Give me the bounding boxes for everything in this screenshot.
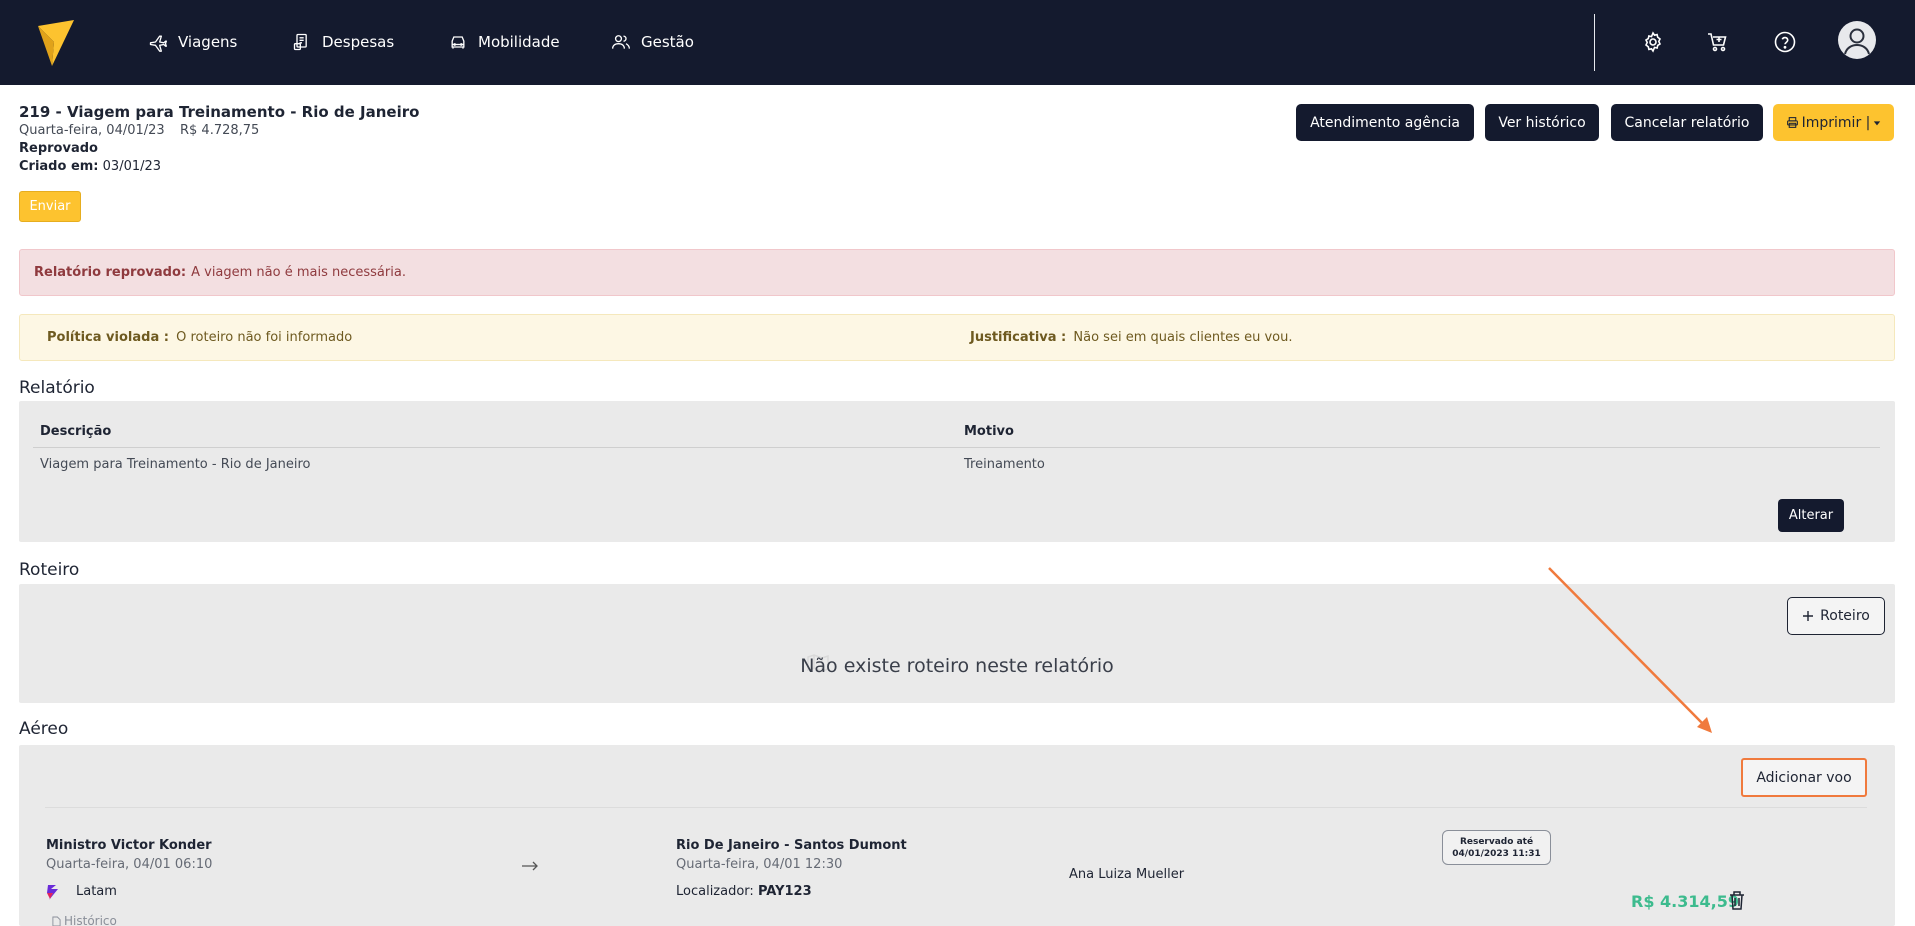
nav-label: Mobilidade (478, 33, 560, 51)
receipt-icon (293, 33, 307, 51)
flight-passenger: Ana Luiza Mueller (1069, 867, 1185, 882)
justification-label: Justificativa : (970, 330, 1067, 345)
report-title: 219 - Viagem para Treinamento - Rio de J… (19, 103, 420, 121)
flight-price: R$ 4.314,59 (1631, 892, 1739, 911)
add-itinerary-label: Roteiro (1820, 608, 1870, 624)
section-title-roteiro: Roteiro (19, 560, 80, 580)
nav-item-viagens[interactable]: Viagens (148, 30, 237, 54)
created-label: Criado em: (19, 159, 99, 174)
cart-icon[interactable] (1706, 30, 1730, 54)
nav-divider (1594, 14, 1595, 71)
locator-label: Localizador: (676, 884, 754, 899)
reserved-label: Reservado até (1459, 836, 1534, 847)
nav-label: Despesas (322, 33, 395, 51)
empty-itinerary-message: Não existe roteiro neste relatório (800, 655, 1114, 677)
view-history-button[interactable]: Ver histórico (1485, 104, 1599, 141)
brand-logo[interactable] (38, 20, 74, 66)
users-icon (612, 35, 630, 49)
nav-item-despesas[interactable]: Despesas (292, 30, 394, 54)
locator-value: PAY123 (757, 884, 812, 899)
flights-panel (19, 745, 1895, 926)
send-button[interactable]: Enviar (19, 191, 81, 222)
flight-airline: Latam (76, 884, 117, 899)
history-label: Histórico (64, 914, 117, 926)
airplane-icon (149, 35, 167, 52)
help-icon[interactable] (1773, 30, 1797, 54)
flight-history-link[interactable]: Histórico (52, 914, 117, 926)
nav-label: Viagens (178, 33, 238, 51)
policy-text: O roteiro não foi informado (176, 330, 353, 345)
reserved-until-badge: Reservado até 04/01/2023 11:31 (1442, 830, 1551, 865)
created-value: 03/01/23 (102, 159, 162, 174)
policy-justification: Justificativa : Não sei em quais cliente… (970, 330, 1292, 345)
trash-icon[interactable] (1728, 890, 1746, 910)
arrow-right-icon (522, 861, 538, 871)
report-created: Criado em: 03/01/23 (19, 159, 161, 174)
flight-locator: Localizador: PAY123 (676, 884, 812, 899)
cell-description: Viagem para Treinamento - Rio de Janeiro (40, 457, 311, 472)
rejected-label: Relatório reprovado: (34, 265, 187, 280)
cancel-report-button[interactable]: Cancelar relatório (1611, 104, 1763, 141)
agency-support-button[interactable]: Atendimento agência (1296, 104, 1474, 141)
section-title-relatorio: Relatório (19, 378, 95, 398)
nav-item-gestao[interactable]: Gestão (611, 30, 694, 54)
report-date: Quarta-feira, 04/01/23 (19, 123, 165, 138)
add-itinerary-button[interactable]: Roteiro (1787, 597, 1885, 635)
justification-text: Não sei em quais clientes eu vou. (1073, 330, 1293, 345)
caret-down-icon[interactable] (1873, 119, 1881, 127)
flight-divider (45, 807, 1867, 808)
printer-icon (1786, 117, 1798, 128)
user-avatar[interactable] (1838, 21, 1876, 59)
flight-origin: Ministro Victor Konder (46, 838, 212, 853)
user-icon (1844, 28, 1870, 55)
rejected-alert: Relatório reprovado: A viagem não é mais… (19, 249, 1895, 296)
gear-icon[interactable] (1641, 30, 1665, 54)
add-flight-button[interactable]: Adicionar voo (1741, 758, 1867, 797)
flight-destination-time: Quarta-feira, 04/01 12:30 (676, 857, 843, 872)
policy-violation: Política violada : O roteiro não foi inf… (47, 330, 352, 345)
column-header-description: Descrição (40, 424, 112, 439)
document-icon (52, 916, 61, 926)
reserved-date: 04/01/2023 11:31 (1452, 848, 1541, 859)
alter-button[interactable]: Alterar (1778, 499, 1844, 532)
cell-reason: Treinamento (964, 457, 1045, 472)
nav-label: Gestão (641, 33, 694, 51)
itinerary-panel: Roteiro Não existe roteiro neste relatór… (19, 584, 1895, 703)
plus-icon (1803, 611, 1814, 621)
flight-origin-time: Quarta-feira, 04/01 06:10 (46, 857, 213, 872)
top-navbar: Viagens Despesas Mobilidade Gestão (0, 0, 1915, 85)
column-header-reason: Motivo (964, 424, 1014, 439)
nav-item-mobilidade[interactable]: Mobilidade (448, 30, 560, 54)
print-label: Imprimir | (1801, 114, 1871, 131)
car-icon (451, 36, 465, 49)
section-title-aereo: Aéreo (19, 719, 69, 739)
print-button[interactable]: Imprimir | (1773, 104, 1894, 141)
policy-label: Política violada : (47, 330, 169, 345)
flight-destination: Rio De Janeiro - Santos Dumont (676, 838, 907, 853)
report-table-panel: Descrição Motivo Viagem para Treinamento… (19, 401, 1895, 542)
latam-logo-icon (47, 885, 58, 900)
policy-alert: Política violada : O roteiro não foi inf… (19, 314, 1895, 361)
report-total: R$ 4.728,75 (180, 123, 260, 138)
report-status: Reprovado (19, 141, 98, 156)
rejected-text: A viagem não é mais necessária. (191, 265, 406, 280)
table-divider (33, 447, 1880, 448)
